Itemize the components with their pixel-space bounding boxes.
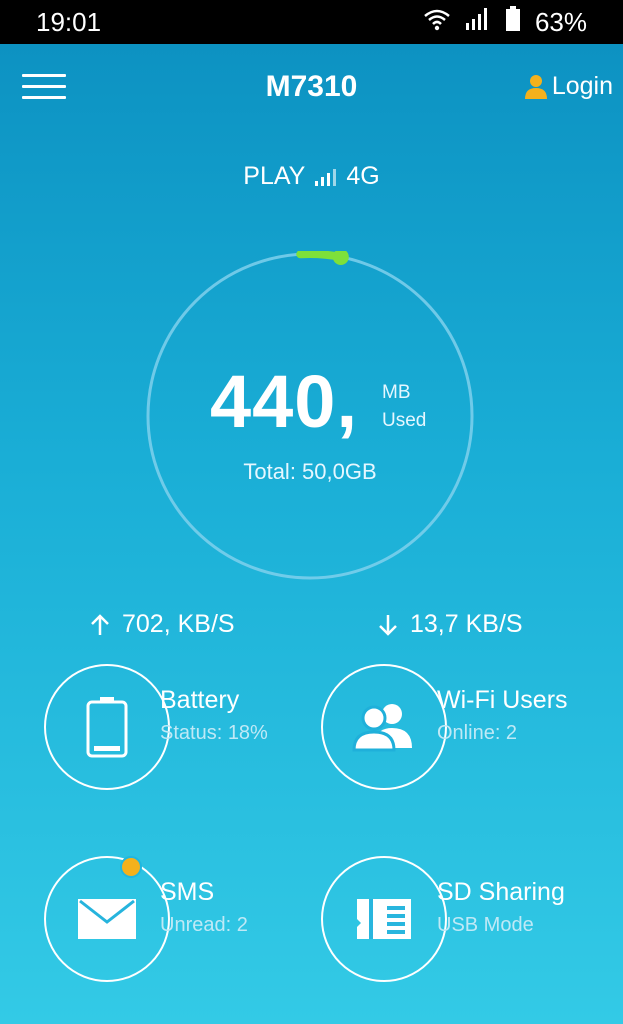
carrier-name: PLAY (243, 162, 306, 190)
battery-title: Battery (160, 686, 240, 714)
sd-sharing-mode: USB Mode (437, 914, 534, 936)
status-bar: 19:01 63% (0, 0, 623, 44)
battery-status: Status: 18% (160, 722, 268, 744)
battery-status-icon (505, 5, 521, 39)
users-icon (352, 704, 412, 752)
upload-speed-value: 702, KB/S (122, 610, 235, 638)
sd-sharing-title: SD Sharing (437, 878, 565, 906)
battery-tile[interactable]: Battery Status: 18% (44, 664, 324, 804)
sms-title: SMS (160, 878, 215, 906)
network-type: 4G (346, 162, 380, 190)
cell-signal-icon (465, 7, 491, 38)
status-icons: 63% (423, 5, 587, 39)
wifi-icon (423, 7, 451, 38)
usage-amount: 440, (210, 360, 359, 443)
data-usage-gauge: 440, MB Used Total: 50,0GB (145, 251, 475, 581)
status-time: 19:01 (36, 6, 102, 37)
upload-speed: 702, KB/S (90, 610, 235, 639)
sms-tile[interactable]: SMS Unread: 2 (44, 856, 324, 996)
wifi-users-online: Online: 2 (437, 722, 518, 744)
usage-unit-label: Used (382, 410, 427, 431)
sd-card-icon (357, 899, 411, 939)
wifi-users-tile[interactable]: Wi-Fi Users Online: 2 (321, 664, 601, 804)
usage-total: Total: 50,0GB (243, 459, 377, 484)
mail-icon (78, 899, 136, 939)
signal-strength-icon (315, 168, 337, 186)
usage-unit-block: MB Used (382, 379, 426, 435)
app-header: M7310 Login (0, 44, 623, 134)
battery-percent: 63% (534, 6, 587, 37)
usage-unit: MB (382, 382, 411, 403)
user-icon (524, 74, 547, 99)
login-label: Login (551, 72, 613, 100)
arrow-up-icon (91, 613, 109, 635)
network-info: PLAY 4G (0, 162, 623, 191)
download-speed: 13,7 KB/S (378, 610, 523, 639)
download-speed-value: 13,7 KB/S (410, 610, 523, 638)
unread-badge (120, 856, 142, 878)
wifi-users-title: Wi-Fi Users (437, 686, 568, 714)
battery-icon (86, 697, 128, 758)
sd-sharing-tile[interactable]: SD Sharing USB Mode (321, 856, 601, 996)
sms-unread: Unread: 2 (160, 914, 248, 936)
login-button[interactable]: Login (524, 72, 613, 101)
arrow-down-icon (379, 614, 397, 636)
